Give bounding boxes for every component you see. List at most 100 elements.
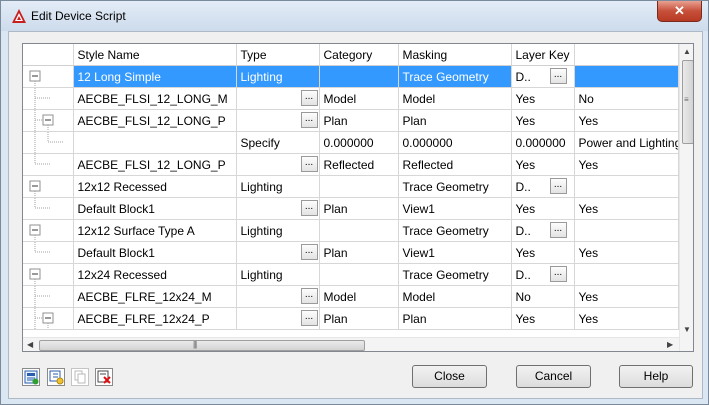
cell-category[interactable]: Reflected bbox=[319, 153, 399, 176]
cell-style-name[interactable] bbox=[73, 131, 237, 154]
cell-style-name[interactable]: Default Block1 bbox=[73, 241, 237, 264]
cell-layer-key[interactable]: 0.000000 bbox=[511, 131, 575, 154]
browse-type-button[interactable]: ... bbox=[300, 244, 318, 260]
cell-type[interactable]: ... bbox=[236, 87, 320, 110]
cell-category[interactable] bbox=[319, 175, 399, 198]
header-style-name[interactable]: Style Name bbox=[73, 44, 237, 66]
cell-masking[interactable]: Plan bbox=[398, 307, 512, 330]
header-type[interactable]: Type bbox=[236, 44, 320, 66]
cell-type[interactable]: ... bbox=[236, 285, 320, 308]
title-bar[interactable]: Edit Device Script ✕ bbox=[1, 1, 708, 31]
cell-style-name[interactable]: 12x24 Recessed bbox=[73, 263, 237, 286]
cell-type[interactable]: Specify bbox=[236, 131, 320, 154]
add-style-button[interactable] bbox=[22, 368, 40, 386]
header-layer-key[interactable]: Layer Key bbox=[511, 44, 575, 66]
cell-type[interactable]: Lighting bbox=[236, 263, 320, 286]
cell-masking[interactable]: View1 bbox=[398, 197, 512, 220]
table-row[interactable]: 12x12 Recessed Lighting Trace Geometry D...… bbox=[23, 175, 679, 198]
scroll-up-arrow-icon[interactable]: ▲ bbox=[683, 47, 691, 56]
cell-style-name[interactable]: 12x12 Recessed bbox=[73, 175, 237, 198]
cell-extra[interactable] bbox=[574, 219, 679, 242]
tree-cell[interactable] bbox=[23, 65, 74, 88]
cancel-button[interactable]: Cancel bbox=[516, 365, 591, 388]
cell-masking[interactable]: 0.000000 bbox=[398, 131, 512, 154]
table-row[interactable]: AECBE_FLSI_12_LONG_M... Model Model Yes No bbox=[23, 87, 679, 110]
cell-type[interactable]: ... bbox=[236, 307, 320, 330]
table-row[interactable]: 12x12 Surface Type A Lighting Trace Geomet… bbox=[23, 219, 679, 242]
tree-cell[interactable] bbox=[23, 219, 74, 242]
cell-category[interactable]: Model bbox=[319, 87, 399, 110]
cell-layer-key[interactable]: Yes bbox=[511, 87, 575, 110]
table-row[interactable]: AECBE_FLSI_12_LONG_P... Reflected Reflecte… bbox=[23, 153, 679, 176]
cell-style-name[interactable]: AECBE_FLSI_12_LONG_M bbox=[73, 87, 237, 110]
browse-layer-key-button[interactable]: ... bbox=[549, 68, 567, 84]
vertical-scroll-thumb[interactable]: ≡ bbox=[682, 60, 693, 144]
cell-extra[interactable]: Yes bbox=[574, 241, 679, 264]
cell-masking[interactable]: Reflected bbox=[398, 153, 512, 176]
cell-extra[interactable]: Yes bbox=[574, 109, 679, 132]
table-row[interactable]: AECBE_FLSI_12_LONG_P... Plan Plan Yes Yes bbox=[23, 109, 679, 132]
cell-type[interactable]: ... bbox=[236, 197, 320, 220]
cell-masking[interactable]: Model bbox=[398, 87, 512, 110]
copy-button[interactable] bbox=[71, 368, 89, 386]
cell-style-name[interactable]: 12 Long Simple bbox=[73, 65, 237, 88]
scroll-right-arrow-icon[interactable]: ▶ bbox=[667, 340, 673, 349]
table-row[interactable]: 12 Long Simple Lighting Trace Geometry D...… bbox=[23, 65, 679, 88]
cell-layer-key[interactable]: D..... bbox=[511, 175, 575, 198]
table-row[interactable]: 12x24 Recessed Lighting Trace Geometry D...… bbox=[23, 263, 679, 286]
horizontal-scrollbar[interactable]: ◀ ||| ▶ bbox=[23, 337, 679, 351]
browse-type-button[interactable]: ... bbox=[300, 156, 318, 172]
cell-extra[interactable]: Yes bbox=[574, 197, 679, 220]
cell-category[interactable]: Plan bbox=[319, 241, 399, 264]
cell-masking[interactable]: Plan bbox=[398, 109, 512, 132]
cell-masking[interactable]: Model bbox=[398, 285, 512, 308]
cell-style-name[interactable]: 12x12 Surface Type A bbox=[73, 219, 237, 242]
cell-category[interactable]: 0.000000 bbox=[319, 131, 399, 154]
tree-cell[interactable] bbox=[23, 109, 74, 132]
window-close-button[interactable]: ✕ bbox=[657, 1, 702, 22]
horizontal-scroll-thumb[interactable]: ||| bbox=[39, 340, 365, 351]
cell-category[interactable]: Plan bbox=[319, 307, 399, 330]
cell-extra[interactable]: Yes bbox=[574, 153, 679, 176]
cell-type[interactable]: Lighting bbox=[236, 65, 320, 88]
cell-style-name[interactable]: AECBE_FLRE_12x24_M bbox=[73, 285, 237, 308]
cell-masking[interactable]: Trace Geometry bbox=[398, 175, 512, 198]
cell-masking[interactable]: Trace Geometry bbox=[398, 263, 512, 286]
tree-cell[interactable] bbox=[23, 307, 74, 330]
cell-style-name[interactable]: AECBE_FLRE_12x24_P bbox=[73, 307, 237, 330]
cell-extra[interactable]: No bbox=[574, 87, 679, 110]
cell-layer-key[interactable]: D..... bbox=[511, 65, 575, 88]
cell-type[interactable]: Lighting bbox=[236, 175, 320, 198]
browse-type-button[interactable]: ... bbox=[300, 90, 318, 106]
cell-category[interactable] bbox=[319, 65, 399, 88]
cell-layer-key[interactable]: D..... bbox=[511, 219, 575, 242]
add-child-button[interactable] bbox=[47, 368, 65, 386]
browse-type-button[interactable]: ... bbox=[300, 310, 318, 326]
device-script-grid[interactable]: Style Name Type Category Masking Layer K… bbox=[22, 43, 694, 352]
cell-extra[interactable]: Power and Lighting bbox=[574, 131, 679, 154]
delete-button[interactable] bbox=[95, 368, 113, 386]
cell-layer-key[interactable]: D..... bbox=[511, 263, 575, 286]
cell-layer-key[interactable]: Yes bbox=[511, 153, 575, 176]
cell-masking[interactable]: View1 bbox=[398, 241, 512, 264]
cell-extra[interactable] bbox=[574, 263, 679, 286]
help-button[interactable]: Help bbox=[619, 365, 693, 388]
tree-cell[interactable] bbox=[23, 175, 74, 198]
cell-layer-key[interactable]: Yes bbox=[511, 197, 575, 220]
table-row[interactable]: AECBE_FLRE_12x24_P... Plan Plan Yes Yes bbox=[23, 307, 679, 330]
cell-layer-key[interactable]: Yes bbox=[511, 109, 575, 132]
tree-cell[interactable] bbox=[23, 263, 74, 286]
cell-type[interactable]: ... bbox=[236, 241, 320, 264]
header-category[interactable]: Category bbox=[319, 44, 399, 66]
cell-style-name[interactable]: AECBE_FLSI_12_LONG_P bbox=[73, 153, 237, 176]
vertical-scrollbar[interactable]: ▲ ≡ ▼ bbox=[679, 44, 693, 351]
cell-layer-key[interactable]: No bbox=[511, 285, 575, 308]
cell-layer-key[interactable]: Yes bbox=[511, 307, 575, 330]
scroll-down-arrow-icon[interactable]: ▼ bbox=[683, 325, 691, 334]
cell-category[interactable]: Model bbox=[319, 285, 399, 308]
cell-layer-key[interactable]: Yes bbox=[511, 241, 575, 264]
close-button[interactable]: Close bbox=[412, 365, 487, 388]
cell-extra[interactable] bbox=[574, 65, 679, 88]
cell-type[interactable]: Lighting bbox=[236, 219, 320, 242]
browse-type-button[interactable]: ... bbox=[300, 288, 318, 304]
